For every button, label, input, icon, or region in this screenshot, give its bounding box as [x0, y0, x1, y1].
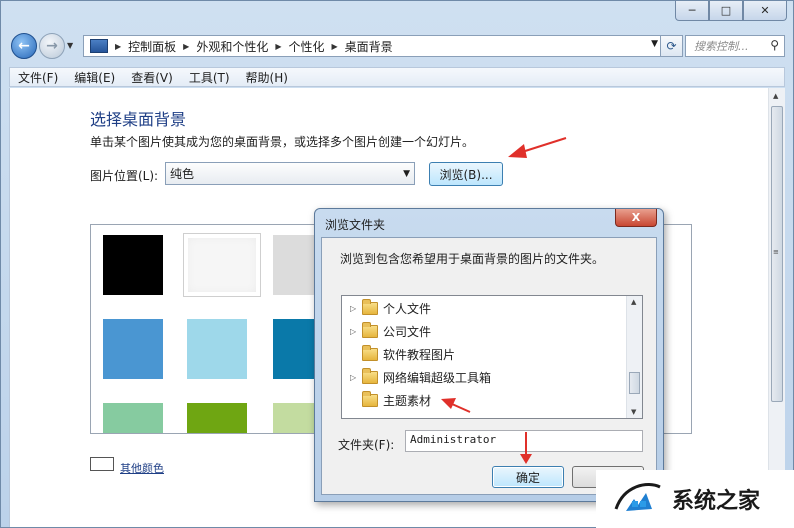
- menu-view[interactable]: 查看(V): [131, 69, 173, 86]
- menu-tools[interactable]: 工具(T): [189, 69, 230, 86]
- refresh-button[interactable]: ⟳: [660, 36, 682, 56]
- chevron-right-icon[interactable]: ▶: [183, 42, 189, 51]
- caption-buttons: ─ □ ✕: [675, 1, 787, 21]
- scroll-up-icon[interactable]: ▲: [773, 92, 778, 100]
- chevron-right-icon: ▶: [115, 41, 122, 51]
- scrollbar-thumb[interactable]: [629, 372, 640, 394]
- history-dropdown-icon[interactable]: ▼: [67, 41, 73, 50]
- color-swatch[interactable]: [103, 319, 163, 379]
- expand-icon[interactable]: ▷: [350, 327, 362, 336]
- picture-location-label: 图片位置(L):: [90, 169, 159, 183]
- tree-item[interactable]: ▷ 公司文件: [350, 321, 431, 341]
- dialog-message: 浏览到包含您希望用于桌面背景的图片的文件夹。: [340, 252, 605, 266]
- scroll-grip-icon: ≡: [773, 248, 779, 256]
- browse-folder-dialog: 浏览文件夹 X 浏览到包含您希望用于桌面背景的图片的文件夹。 ▷ 个人文件 ▷ …: [314, 208, 664, 502]
- back-button[interactable]: ←: [11, 33, 37, 59]
- expand-icon[interactable]: ▷: [350, 373, 362, 382]
- minimize-icon: ─: [688, 4, 696, 17]
- menu-help[interactable]: 帮助(H): [246, 69, 288, 86]
- tree-item-label: 公司文件: [383, 324, 432, 339]
- forward-button[interactable]: →: [39, 33, 65, 59]
- breadcrumb-control-panel[interactable]: 控制面板: [128, 38, 176, 55]
- address-dropdown-icon[interactable]: ▼: [651, 39, 658, 49]
- more-colors-swatch[interactable]: [90, 457, 114, 471]
- close-button[interactable]: ✕: [743, 1, 787, 21]
- vertical-scrollbar[interactable]: ▲ ≡ ▼: [768, 88, 785, 527]
- watermark-logo-icon: [612, 479, 664, 519]
- watermark: 系统之家: [596, 470, 794, 528]
- folder-field-label: 文件夹(F):: [338, 438, 395, 452]
- maximize-button[interactable]: □: [709, 1, 743, 21]
- menu-bar: 文件(F) 编辑(E) 查看(V) 工具(T) 帮助(H): [9, 67, 785, 87]
- tree-item-label: 网络编辑超级工具箱: [383, 370, 492, 385]
- menu-edit[interactable]: 编辑(E): [74, 69, 115, 86]
- navigation-bar: ← → ▼ ▶ 控制面板 ▶ 外观和个性化 ▶ 个性化 ▶ 桌面背景 ▼ ⟳ 搜…: [9, 31, 785, 61]
- dialog-title: 浏览文件夹: [325, 218, 386, 232]
- color-swatch[interactable]: [103, 403, 163, 433]
- folder-icon: [362, 344, 378, 361]
- breadcrumb-desktop-background[interactable]: 桌面背景: [345, 38, 393, 55]
- forward-arrow-icon: →: [46, 38, 58, 54]
- folder-icon: [362, 390, 378, 407]
- breadcrumb-personalization[interactable]: 个性化: [289, 38, 325, 55]
- close-icon: ✕: [760, 4, 770, 17]
- folder-tree[interactable]: ▷ 个人文件 ▷ 公司文件 软件教程图片 ▷ 网络编辑超级工具箱 主题素材 ▲ …: [341, 295, 643, 419]
- tree-item-label: 软件教程图片: [383, 347, 456, 362]
- folder-field[interactable]: Administrator: [405, 430, 643, 452]
- address-bar[interactable]: ▶ 控制面板 ▶ 外观和个性化 ▶ 个性化 ▶ 桌面背景 ▼ ⟳: [83, 35, 683, 57]
- tree-scrollbar[interactable]: ▲ ▼: [626, 296, 642, 418]
- scroll-down-icon[interactable]: ▼: [631, 408, 636, 416]
- chevron-right-icon[interactable]: ▶: [275, 42, 281, 51]
- more-colors-link[interactable]: 其他颜色: [120, 460, 164, 476]
- chevron-down-icon: ▼: [403, 169, 410, 179]
- refresh-icon: ⟳: [666, 39, 677, 53]
- ok-button[interactable]: 确定: [492, 466, 564, 488]
- page-title: 选择桌面背景: [90, 110, 187, 129]
- control-panel-icon: [90, 39, 108, 53]
- page-description: 单击某个图片使其成为您的桌面背景，或选择多个图片创建一个幻灯片。: [90, 135, 475, 149]
- folder-icon: [362, 321, 378, 338]
- menu-file[interactable]: 文件(F): [18, 69, 58, 86]
- dialog-body: 浏览到包含您希望用于桌面背景的图片的文件夹。 ▷ 个人文件 ▷ 公司文件 软件教…: [321, 237, 657, 495]
- expand-icon[interactable]: ▷: [350, 304, 362, 313]
- back-arrow-icon: ←: [18, 38, 30, 54]
- browse-button[interactable]: 浏览(B)...: [429, 162, 503, 186]
- tree-item-label: 个人文件: [383, 301, 432, 316]
- folder-icon: [362, 298, 378, 315]
- color-swatch[interactable]: [103, 235, 163, 295]
- minimize-button[interactable]: ─: [675, 1, 709, 21]
- search-icon[interactable]: ⚲: [770, 38, 779, 52]
- breadcrumb-appearance[interactable]: 外观和个性化: [196, 38, 268, 55]
- tree-item[interactable]: 软件教程图片: [350, 344, 455, 364]
- picture-location-select[interactable]: 纯色 ▼: [165, 162, 415, 185]
- color-swatch[interactable]: [187, 319, 247, 379]
- folder-icon: [362, 367, 378, 384]
- dialog-close-button[interactable]: X: [615, 209, 657, 227]
- tree-item[interactable]: ▷ 网络编辑超级工具箱: [350, 367, 491, 387]
- picture-location-value: 纯色: [170, 167, 195, 181]
- search-box[interactable]: 搜索控制... ⚲: [685, 35, 785, 57]
- breadcrumb: ▶ 控制面板 ▶ 外观和个性化 ▶ 个性化 ▶ 桌面背景: [108, 38, 393, 55]
- watermark-text: 系统之家: [672, 489, 761, 514]
- scroll-up-icon[interactable]: ▲: [631, 298, 636, 306]
- search-placeholder: 搜索控制...: [694, 40, 749, 53]
- maximize-icon: □: [720, 4, 732, 17]
- color-swatch[interactable]: [183, 233, 261, 297]
- tree-item[interactable]: 主题素材: [350, 390, 431, 410]
- tree-item[interactable]: ▷ 个人文件: [350, 298, 431, 318]
- color-swatch[interactable]: [187, 403, 247, 433]
- tree-item-label: 主题素材: [383, 393, 432, 408]
- close-icon: X: [631, 211, 641, 224]
- chevron-right-icon[interactable]: ▶: [332, 42, 338, 51]
